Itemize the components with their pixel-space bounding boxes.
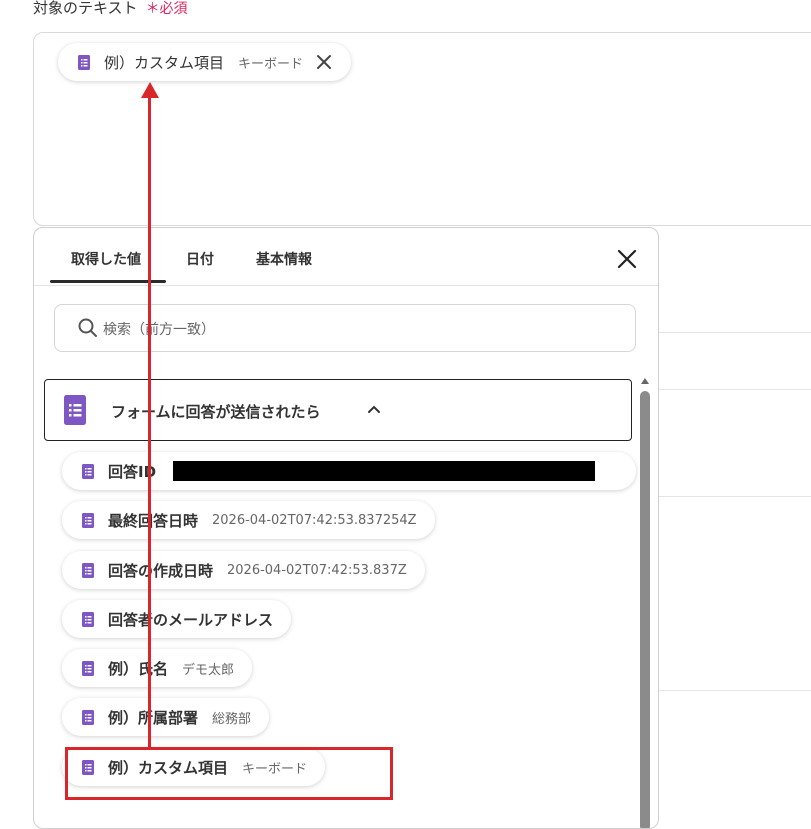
search-input[interactable]: 検索（前方一致） xyxy=(54,304,636,352)
annotation-highlight-box xyxy=(65,747,393,800)
google-forms-icon xyxy=(82,463,94,479)
item-label: 例）氏名 xyxy=(108,659,169,678)
item-value: 2026-04-02T07:42:53.837Z xyxy=(227,562,407,578)
selected-chip-sub: キーボード xyxy=(238,56,304,72)
google-forms-icon xyxy=(82,512,94,528)
list-item[interactable]: 例）所属部署 総務部 xyxy=(62,698,270,736)
field-label-text: 対象のテキスト xyxy=(33,0,138,17)
tab-acquired-values[interactable]: 取得した値 xyxy=(71,249,141,269)
item-label: 最終回答日時 xyxy=(108,511,199,530)
tab-basic-info[interactable]: 基本情報 xyxy=(256,249,312,269)
google-forms-icon xyxy=(78,54,90,70)
search-icon xyxy=(78,318,97,337)
divider xyxy=(657,690,811,691)
required-badge: ＊必須 xyxy=(145,1,188,17)
list-item[interactable]: 例）氏名 デモ太郎 xyxy=(62,649,253,687)
close-icon[interactable] xyxy=(616,248,638,270)
search-placeholder: 検索（前方一致） xyxy=(103,322,215,338)
list-item[interactable]: 最終回答日時 2026-04-02T07:42:53.837254Z xyxy=(62,501,435,539)
redacted-value xyxy=(173,461,595,481)
selected-chip-label: 例）カスタム項目 xyxy=(104,53,225,72)
list-item[interactable]: 回答の作成日時 2026-04-02T07:42:53.837Z xyxy=(62,551,425,589)
trigger-section-header[interactable]: フォームに回答が送信されたら xyxy=(44,379,632,441)
divider xyxy=(657,332,811,333)
field-label: 対象のテキスト ＊必須 xyxy=(33,0,188,18)
annotation-arrow xyxy=(148,96,151,748)
close-icon[interactable] xyxy=(315,53,333,71)
arrow-up-icon xyxy=(141,82,159,98)
item-label: 回答の作成日時 xyxy=(108,561,214,580)
item-label: 回答者のメールアドレス xyxy=(108,610,274,629)
google-forms-icon xyxy=(82,660,94,676)
google-forms-icon xyxy=(82,611,94,627)
divider xyxy=(657,496,811,497)
tab-bar: 取得した値 日付 基本情報 xyxy=(34,228,658,286)
divider xyxy=(657,389,811,390)
google-forms-icon xyxy=(64,395,86,425)
item-label: 例）所属部署 xyxy=(108,708,199,727)
scroll-up-arrow-icon[interactable] xyxy=(641,378,649,384)
section-title: フォームに回答が送信されたら xyxy=(111,403,321,421)
selected-variable-chip[interactable]: 例）カスタム項目 キーボード xyxy=(58,43,352,81)
scrollbar[interactable] xyxy=(640,391,650,828)
tab-date[interactable]: 日付 xyxy=(186,249,214,269)
google-forms-icon xyxy=(82,709,94,725)
item-value: 総務部 xyxy=(212,711,252,727)
google-forms-icon xyxy=(82,562,94,578)
list-item[interactable]: 回答者のメールアドレス xyxy=(62,600,292,638)
item-value: 2026-04-02T07:42:53.837254Z xyxy=(212,512,417,528)
chevron-up-icon[interactable] xyxy=(367,404,381,414)
item-value: デモ太郎 xyxy=(182,662,235,678)
